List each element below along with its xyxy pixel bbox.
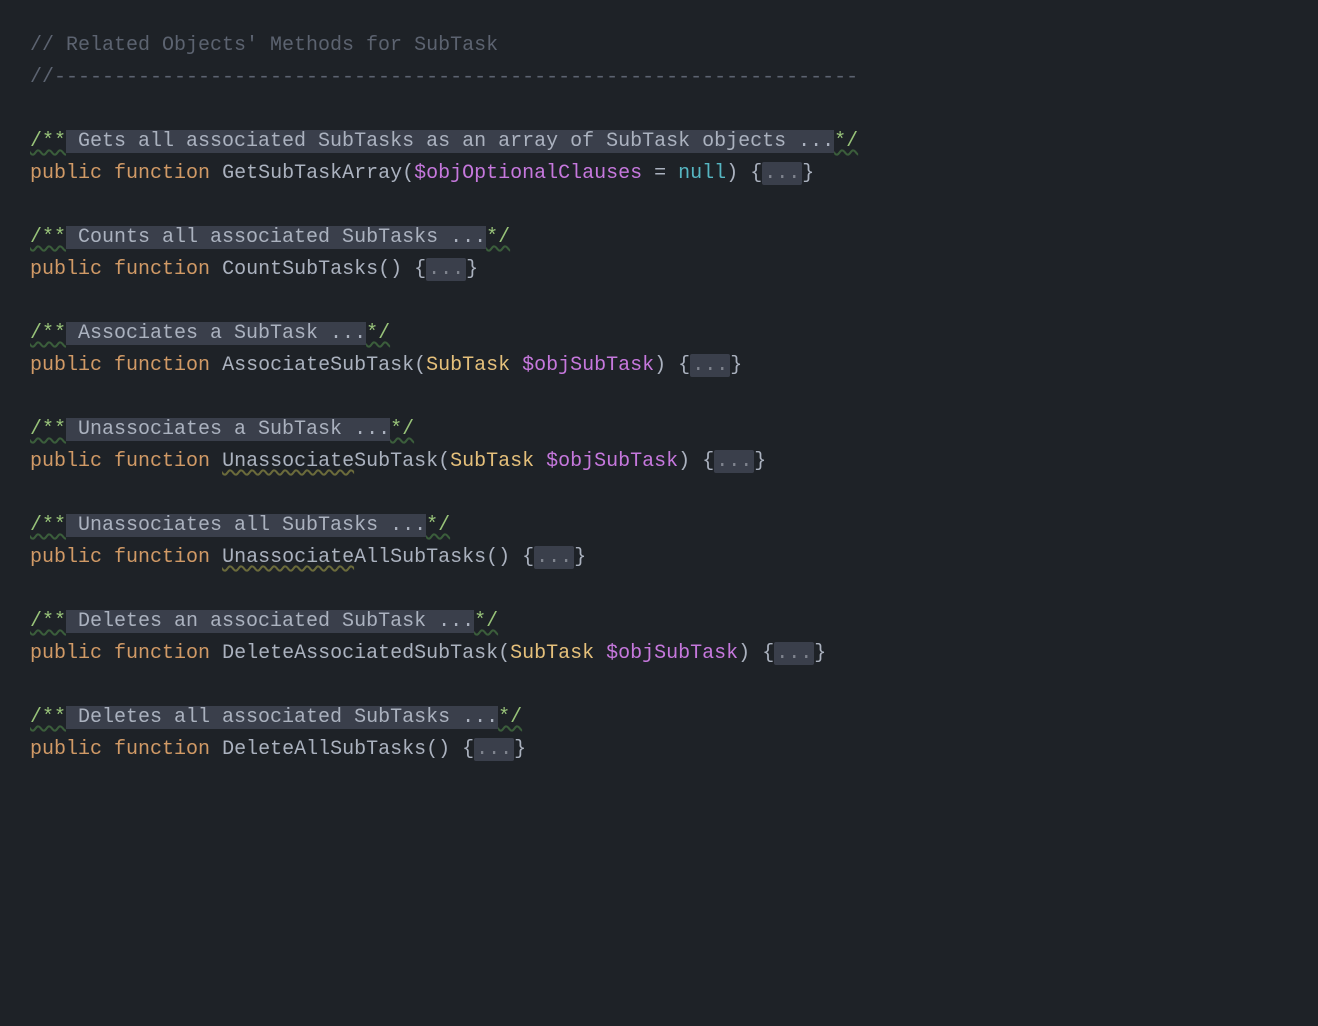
fn-name: CountSubTasks: [222, 258, 378, 281]
brace-open: {: [690, 450, 714, 473]
fn-name-pre: Unassociate: [222, 450, 354, 473]
kw-public: public: [30, 162, 102, 185]
code-fold[interactable]: ...: [762, 162, 802, 185]
doc-close: */: [474, 610, 498, 633]
fn-name-pre: Unassociate: [222, 546, 354, 569]
doc-open: /**: [30, 706, 66, 729]
kw-function: function: [114, 642, 210, 665]
fn-name: DeleteAssociatedSubTask: [222, 642, 498, 665]
doc-close: */: [366, 322, 390, 345]
param-var: $objOptionalClauses: [414, 162, 642, 185]
paren-open: (: [378, 258, 390, 281]
kw-function: function: [114, 450, 210, 473]
brace-open: {: [666, 354, 690, 377]
doc-close: */: [498, 706, 522, 729]
param-type: SubTask: [450, 450, 534, 473]
doc-close: */: [426, 514, 450, 537]
doc-body: Deletes an associated SubTask ...: [66, 610, 474, 633]
code-fold[interactable]: ...: [690, 354, 730, 377]
paren-open: (: [498, 642, 510, 665]
param-type: SubTask: [426, 354, 510, 377]
brace-close: }: [802, 162, 814, 185]
comment-header-2: //--------------------------------------…: [30, 66, 858, 89]
kw-public: public: [30, 642, 102, 665]
paren-close: ): [498, 546, 510, 569]
brace-open: {: [750, 642, 774, 665]
doc-open: /**: [30, 322, 66, 345]
doc-open: /**: [30, 610, 66, 633]
code-fold[interactable]: ...: [474, 738, 514, 761]
paren-close: ): [390, 258, 402, 281]
doc-close: */: [486, 226, 510, 249]
kw-public: public: [30, 546, 102, 569]
doc-body: Unassociates all SubTasks ...: [66, 514, 426, 537]
paren-open: (: [426, 738, 438, 761]
paren-open: (: [402, 162, 414, 185]
code-fold[interactable]: ...: [774, 642, 814, 665]
fn-name: DeleteAllSubTasks: [222, 738, 426, 761]
kw-function: function: [114, 258, 210, 281]
code-fold[interactable]: ...: [534, 546, 574, 569]
paren-open: (: [486, 546, 498, 569]
param-var: $objSubTask: [534, 450, 678, 473]
fn-name: GetSubTaskArray: [222, 162, 402, 185]
kw-function: function: [114, 738, 210, 761]
doc-body: Deletes all associated SubTasks ...: [66, 706, 498, 729]
code-fold[interactable]: ...: [426, 258, 466, 281]
paren-close: ): [738, 642, 750, 665]
kw-public: public: [30, 450, 102, 473]
kw-function: function: [114, 354, 210, 377]
doc-close: */: [834, 130, 858, 153]
doc-close: */: [390, 418, 414, 441]
doc-open: /**: [30, 418, 66, 441]
code-fold[interactable]: ...: [714, 450, 754, 473]
param-val: null: [678, 162, 726, 185]
paren-open: (: [438, 450, 450, 473]
param-type: SubTask: [510, 642, 594, 665]
doc-body: Unassociates a SubTask ...: [66, 418, 390, 441]
param-var: $objSubTask: [594, 642, 738, 665]
kw-public: public: [30, 738, 102, 761]
doc-open: /**: [30, 226, 66, 249]
paren-close: ): [726, 162, 738, 185]
kw-function: function: [114, 546, 210, 569]
paren-close: ): [678, 450, 690, 473]
paren-open: (: [414, 354, 426, 377]
brace-open: {: [510, 546, 534, 569]
assign: =: [642, 162, 678, 185]
brace-open: {: [450, 738, 474, 761]
kw-function: function: [114, 162, 210, 185]
fn-name-post: SubTask: [354, 450, 438, 473]
brace-close: }: [514, 738, 526, 761]
param-var: $objSubTask: [510, 354, 654, 377]
brace-close: }: [730, 354, 742, 377]
code-editor[interactable]: // Related Objects' Methods for SubTask …: [0, 0, 1318, 796]
kw-public: public: [30, 354, 102, 377]
brace-open: {: [402, 258, 426, 281]
paren-close: ): [438, 738, 450, 761]
kw-public: public: [30, 258, 102, 281]
comment-header-1: // Related Objects' Methods for SubTask: [30, 34, 498, 57]
fn-name-post: AllSubTasks: [354, 546, 486, 569]
brace-close: }: [574, 546, 586, 569]
fn-name: AssociateSubTask: [222, 354, 414, 377]
doc-body: Gets all associated SubTasks as an array…: [66, 130, 834, 153]
doc-open: /**: [30, 130, 66, 153]
brace-close: }: [814, 642, 826, 665]
doc-body: Counts all associated SubTasks ...: [66, 226, 486, 249]
doc-body: Associates a SubTask ...: [66, 322, 366, 345]
brace-close: }: [754, 450, 766, 473]
brace-close: }: [466, 258, 478, 281]
brace-open: {: [738, 162, 762, 185]
doc-open: /**: [30, 514, 66, 537]
paren-close: ): [654, 354, 666, 377]
